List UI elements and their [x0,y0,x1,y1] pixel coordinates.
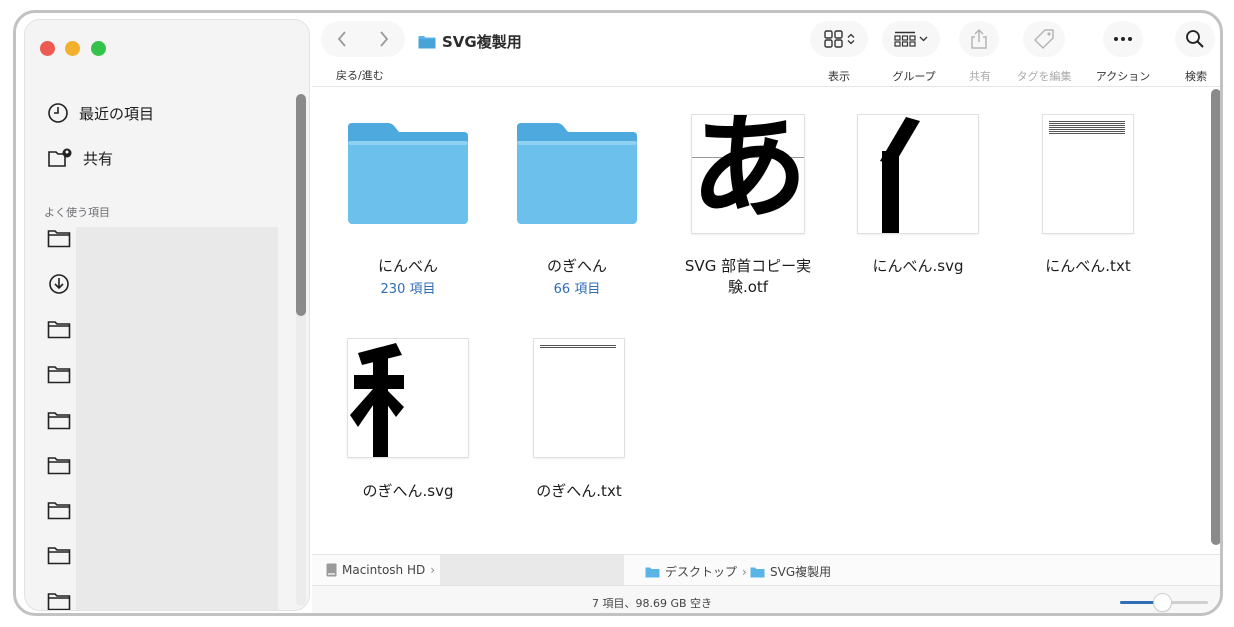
chevron-left-icon [337,31,346,47]
search-button[interactable] [1175,21,1215,57]
path-bar: Macintosh HD › デスクトップ › SVG複製用 [312,554,1220,593]
back-button[interactable] [327,24,357,54]
folder-icon[interactable] [45,498,73,522]
chevron-right-icon: › [742,564,747,579]
more-icon [1114,37,1132,41]
chevron-right-icon: › [430,563,436,577]
favorites-section-label: よく使う項目 [44,206,110,219]
status-text: 7 項目、98.69 GB 空き [591,597,713,610]
edit-tags-button[interactable] [1023,21,1065,57]
file-name: のぎへん [546,257,608,275]
file-name: SVG 部首コピー実 [684,257,812,275]
sidebar-item-recents[interactable]: 最近の項目 [47,102,154,124]
item-count: 66 項目 [553,282,601,297]
folder-icon[interactable] [45,362,73,386]
zoom-window-button[interactable] [91,41,106,56]
folder-icon[interactable] [45,226,73,250]
tag-icon [1034,29,1054,49]
ninben-radical-preview [880,117,920,233]
view-label: 表示 [828,70,850,83]
sidebar-scrollbar-thumb[interactable] [296,94,306,316]
forward-button[interactable] [369,24,399,54]
grid-view-icon [823,30,843,48]
status-bar: 7 項目、98.69 GB 空き [312,585,1220,613]
window-title-text: SVG複製用 [442,33,522,51]
close-window-button[interactable] [40,41,55,56]
toolbar-divider [312,86,1220,87]
group-icon [894,31,916,47]
search-label: 検索 [1185,70,1207,83]
file-name: にんべん.txt [1045,257,1131,275]
updown-chevron-icon [847,33,854,45]
folder-icon [645,567,660,577]
nogihen-radical-preview [350,343,404,457]
view-button[interactable] [810,21,868,57]
content-scrollbar-thumb[interactable] [1211,89,1220,545]
text-file-thumbnail[interactable] [534,339,624,457]
share-label: 共有 [969,70,991,83]
window-title: SVG複製用 [418,31,522,52]
path-label: デスクトップ [665,565,738,579]
file-item-folder[interactable] [513,121,641,227]
text-file-thumbnail[interactable] [1043,115,1133,233]
download-icon[interactable] [45,272,73,296]
file-name: にんべん [377,257,439,275]
file-name: にんべん.svg [872,257,964,275]
file-item-folder[interactable] [344,121,472,227]
file-name: のぎへん.txt [536,482,622,500]
folder-icon[interactable] [45,317,73,341]
folder-icon [418,36,436,49]
folder-icon[interactable] [45,589,73,610]
sidebar: 最近の項目 共有 よく使う項目 [24,19,310,611]
shared-folder-icon [47,147,73,169]
icon-size-slider-knob[interactable] [1153,594,1171,611]
hard-drive-icon [326,563,337,577]
chevron-right-icon [380,31,389,47]
path-label: Macintosh HD [342,563,426,577]
group-button[interactable] [882,21,940,57]
font-file-thumbnail[interactable]: あ [692,115,804,233]
font-glyph-preview: あ [692,115,804,233]
search-icon [1186,30,1204,48]
sidebar-item-shared[interactable]: 共有 [47,147,113,169]
share-icon [971,28,987,49]
file-name: のぎへん.svg [362,482,454,500]
svg-file-thumbnail[interactable] [858,115,978,233]
icon-size-slider[interactable] [1120,594,1208,611]
back-forward-label: 戻る/進む [336,69,384,82]
action-label: アクション [1095,70,1151,83]
edit-tags-label: タグを編集 [1016,70,1072,83]
minimize-window-button[interactable] [65,41,80,56]
folder-icon[interactable] [45,543,73,567]
folder-icon[interactable] [45,453,73,477]
action-button[interactable] [1103,21,1143,57]
back-forward-control [321,21,405,57]
share-button[interactable] [959,21,999,57]
file-name-line2: 験.otf [727,278,769,296]
item-count: 230 項目 [380,282,436,297]
folder-icon [750,567,765,577]
redacted-favorites-area [76,227,278,610]
sidebar-item-label: 最近の項目 [79,104,155,123]
path-item-folder[interactable]: SVG複製用 [750,563,831,580]
folder-icon [348,123,468,224]
chevron-down-icon [919,36,928,42]
group-label: グループ [892,70,936,83]
sidebar-item-label: 共有 [83,149,114,168]
clock-icon [47,102,69,124]
path-item-disk[interactable]: Macintosh HD › [326,563,435,577]
finder-window: 最近の項目 共有 よく使う項目 戻る/進む SVG複製用 表示 グループ 共有 … [13,10,1223,616]
text-preview [1049,121,1125,135]
path-label: SVG複製用 [770,565,832,579]
content-scrollbar[interactable] [1211,89,1220,545]
path-item-desktop[interactable]: デスクトップ › [645,563,747,580]
text-preview [540,345,616,349]
sidebar-scrollbar[interactable] [296,94,306,606]
folder-icon[interactable] [45,408,73,432]
folder-icon [517,123,637,224]
svg-file-thumbnail[interactable] [348,339,468,457]
